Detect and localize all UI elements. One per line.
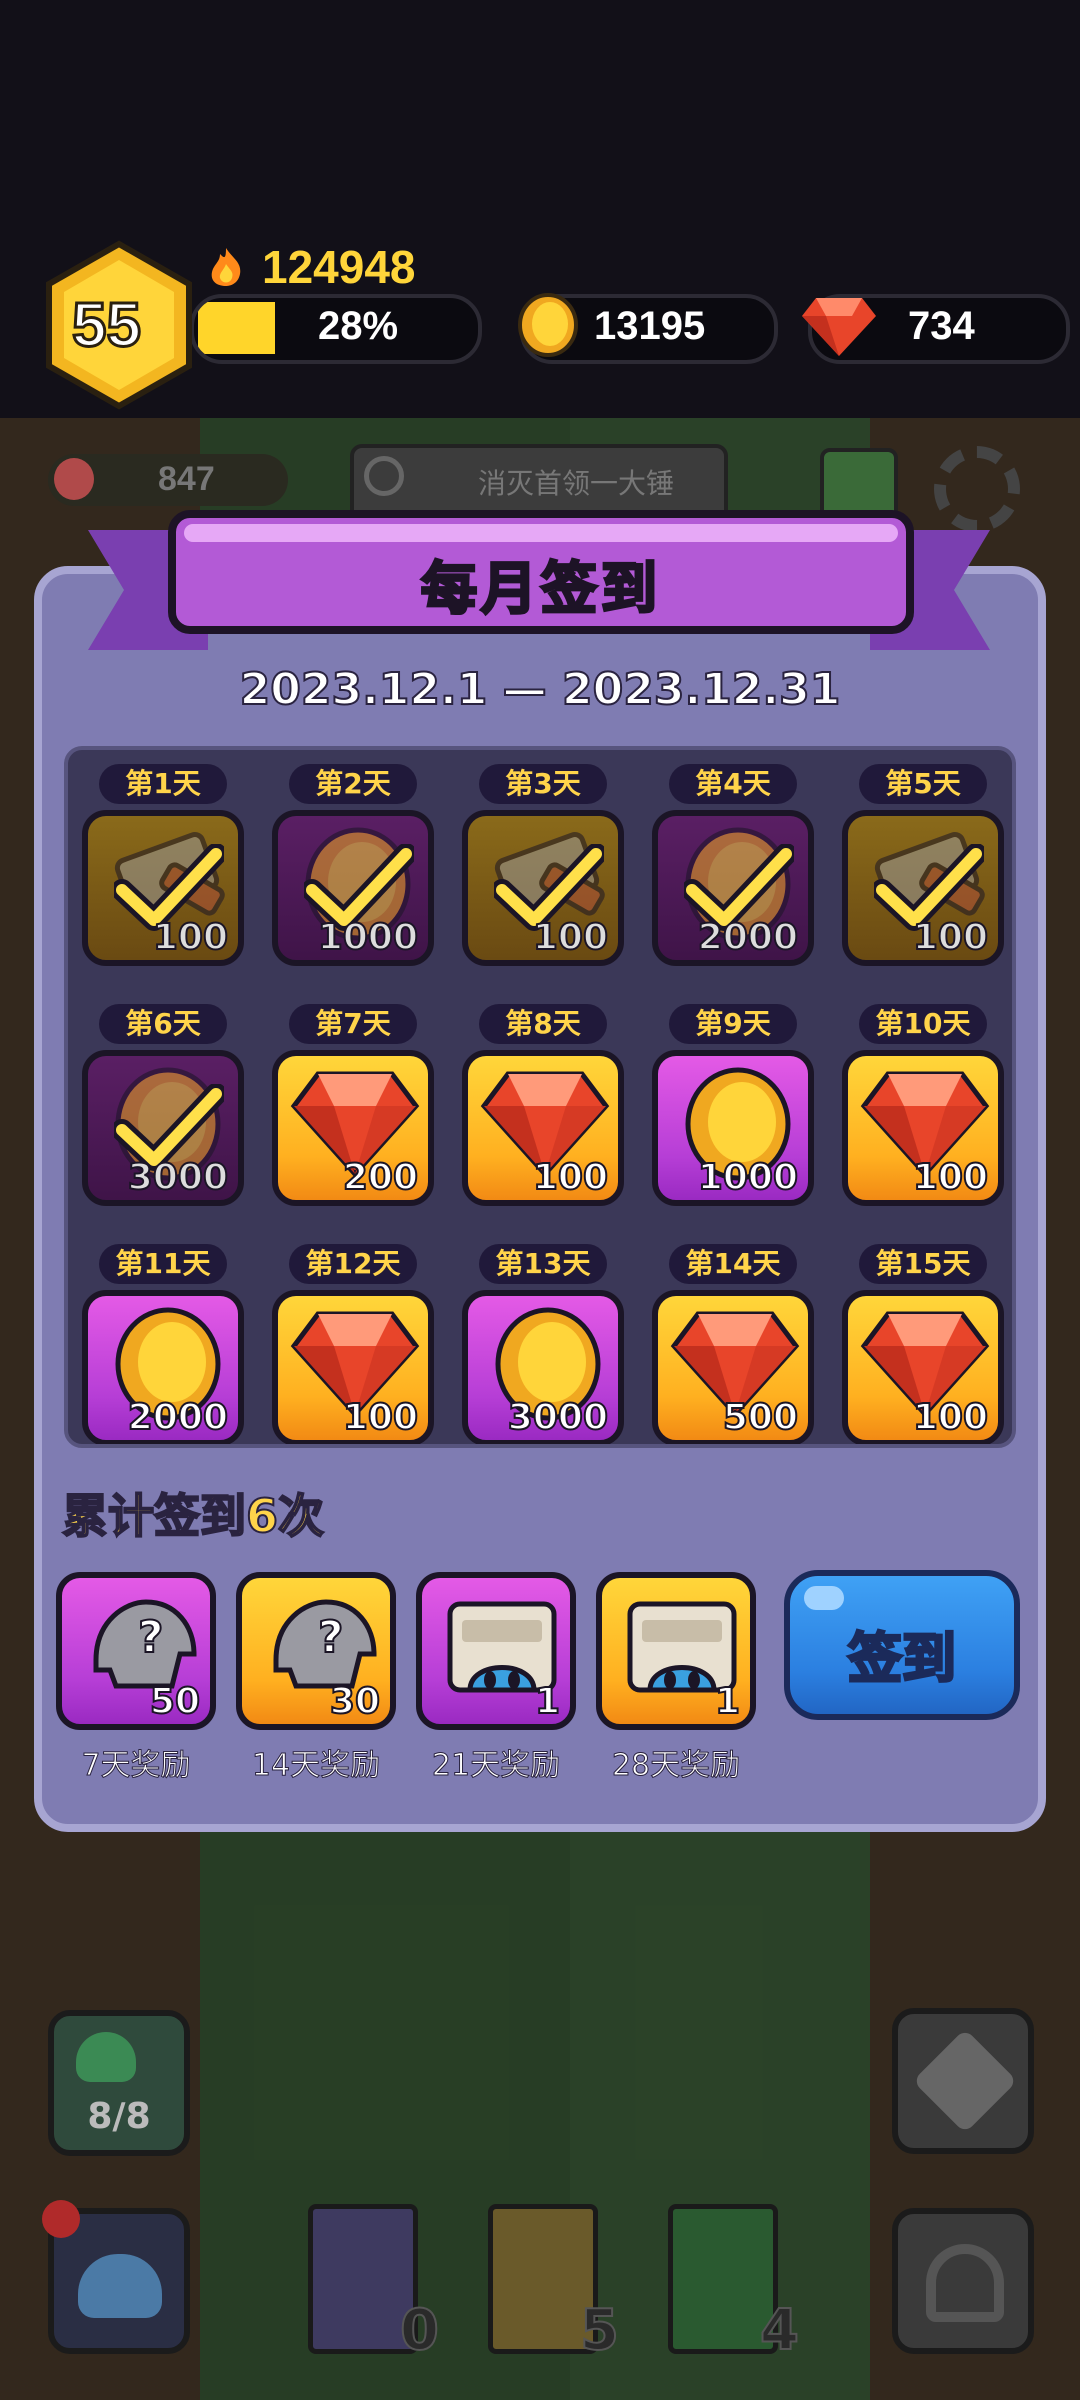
- reward-tile: 100: [842, 1050, 1004, 1206]
- reward-tile: 1: [596, 1572, 756, 1730]
- milestone-label: 28天奖励: [611, 1748, 741, 1784]
- reward-tile: 3000: [82, 1050, 244, 1206]
- reward-amount: 1: [714, 1680, 741, 1723]
- svg-text:?: ?: [138, 1612, 164, 1663]
- day-label: 第4天: [669, 764, 797, 804]
- level-number: 55: [71, 290, 143, 362]
- day-label: 第2天: [289, 764, 417, 804]
- reward-amount: 2000: [127, 1396, 229, 1439]
- reward-amount: 500: [722, 1396, 799, 1439]
- day-label: 第8天: [479, 1004, 607, 1044]
- search-icon: [364, 456, 404, 496]
- reward-amount: 30: [329, 1680, 381, 1723]
- reward-tile: 1000: [272, 810, 434, 966]
- reward-tile: ? 30: [236, 1572, 396, 1730]
- fire-icon: [211, 248, 241, 286]
- cumulative-signin-count: 累计签到6次: [61, 1488, 325, 1544]
- reward-amount: 100: [912, 916, 989, 959]
- reward-tile: 1000: [652, 1050, 814, 1206]
- day-label: 第13天: [479, 1244, 607, 1284]
- signin-button[interactable]: 签到: [784, 1570, 1020, 1720]
- reward-amount: 50: [149, 1680, 201, 1723]
- reward-tile: 100: [462, 1050, 624, 1206]
- reward-amount: 100: [532, 1156, 609, 1199]
- heal-book-count: 4: [759, 2297, 800, 2364]
- daily-rewards-grid: 第1天 100 第2天 1000 第3天 100 第4天 2000 第5天 100 第6天 3000 第…: [64, 746, 1016, 1448]
- exp-percent: 28%: [318, 304, 399, 348]
- reward-tile: 2000: [82, 1290, 244, 1444]
- exp-bar: 28%: [190, 294, 482, 364]
- reward-amount: 3000: [507, 1396, 609, 1439]
- day-label: 第14天: [669, 1244, 797, 1284]
- gem-icon: [802, 298, 876, 356]
- reward-tile: 3000: [462, 1290, 624, 1444]
- reward-amount: 100: [152, 916, 229, 959]
- notification-dot: [42, 2200, 80, 2238]
- milestone-label: 14天奖励: [251, 1748, 381, 1784]
- reward-tile: 100: [842, 1290, 1004, 1444]
- reward-tile: 100: [82, 810, 244, 966]
- day-label: 第12天: [289, 1244, 417, 1284]
- slime-icon: [78, 2254, 162, 2318]
- gem-count: 734: [908, 304, 975, 348]
- quest-notice-text: 消灭首领一大锤: [478, 467, 675, 500]
- weapon-button[interactable]: [892, 2008, 1034, 2154]
- day-label: 第6天: [99, 1004, 227, 1044]
- reward-amount: 100: [912, 1396, 989, 1439]
- portal-button[interactable]: [892, 2208, 1034, 2354]
- dialog-title-banner: 每月签到: [168, 510, 914, 634]
- reward-amount: 1000: [317, 916, 419, 959]
- reward-amount: 1: [534, 1680, 561, 1723]
- reward-amount: 100: [342, 1396, 419, 1439]
- squad-count: 8/8: [87, 2096, 151, 2137]
- day-label: 第9天: [669, 1004, 797, 1044]
- reward-amount: 2000: [697, 916, 799, 959]
- reward-tile: 100: [842, 810, 1004, 966]
- reward-tile: 500: [652, 1290, 814, 1444]
- axe-icon: [912, 2028, 1018, 2134]
- dialog-title: 每月签到: [420, 556, 661, 624]
- reward-amount: 100: [912, 1156, 989, 1199]
- date-range: 2023.12.1 — 2023.12.31: [239, 663, 842, 716]
- coin-count: 13195: [594, 304, 706, 348]
- reward-amount: 100: [532, 916, 609, 959]
- reward-tile: 1: [416, 1572, 576, 1730]
- reward-amount: 1000: [697, 1156, 799, 1199]
- lightning-book-count: 0: [399, 2297, 440, 2364]
- day-label: 第1天: [99, 764, 227, 804]
- coin-icon: [518, 293, 578, 357]
- portal-icon: [926, 2244, 1004, 2322]
- reward-tile: 100: [272, 1290, 434, 1444]
- day-label: 第3天: [479, 764, 607, 804]
- slime-icon: [76, 2032, 136, 2082]
- svg-text:?: ?: [318, 1612, 344, 1663]
- day-label: 第10天: [859, 1004, 987, 1044]
- meat-counter: 847: [48, 454, 288, 506]
- gear-icon[interactable]: [934, 446, 1020, 532]
- day-label: 第5天: [859, 764, 987, 804]
- exp-bar-fill: [198, 302, 275, 354]
- reward-tile: 200: [272, 1050, 434, 1206]
- day-label: 第7天: [289, 1004, 417, 1044]
- meat-count: 847: [158, 460, 215, 498]
- reward-amount: 3000: [127, 1156, 229, 1199]
- top-status-bar: 28% 55 124948 13195 734: [0, 0, 1080, 418]
- milestone-label: 21天奖励: [431, 1748, 561, 1784]
- signin-button-label: 签到: [847, 1626, 958, 1692]
- squad-button[interactable]: 8/8: [48, 2010, 190, 2156]
- day-label: 第15天: [859, 1244, 987, 1284]
- power-value: 124948: [262, 241, 416, 293]
- wing-book-count: 5: [579, 2297, 620, 2364]
- milestone-label: 7天奖励: [81, 1748, 191, 1784]
- reward-tile: 100: [462, 810, 624, 966]
- day-label: 第11天: [99, 1244, 227, 1284]
- reward-amount: 200: [342, 1156, 419, 1199]
- reward-tile: 2000: [652, 810, 814, 966]
- meat-icon: [54, 458, 94, 500]
- reward-tile: ? 50: [56, 1572, 216, 1730]
